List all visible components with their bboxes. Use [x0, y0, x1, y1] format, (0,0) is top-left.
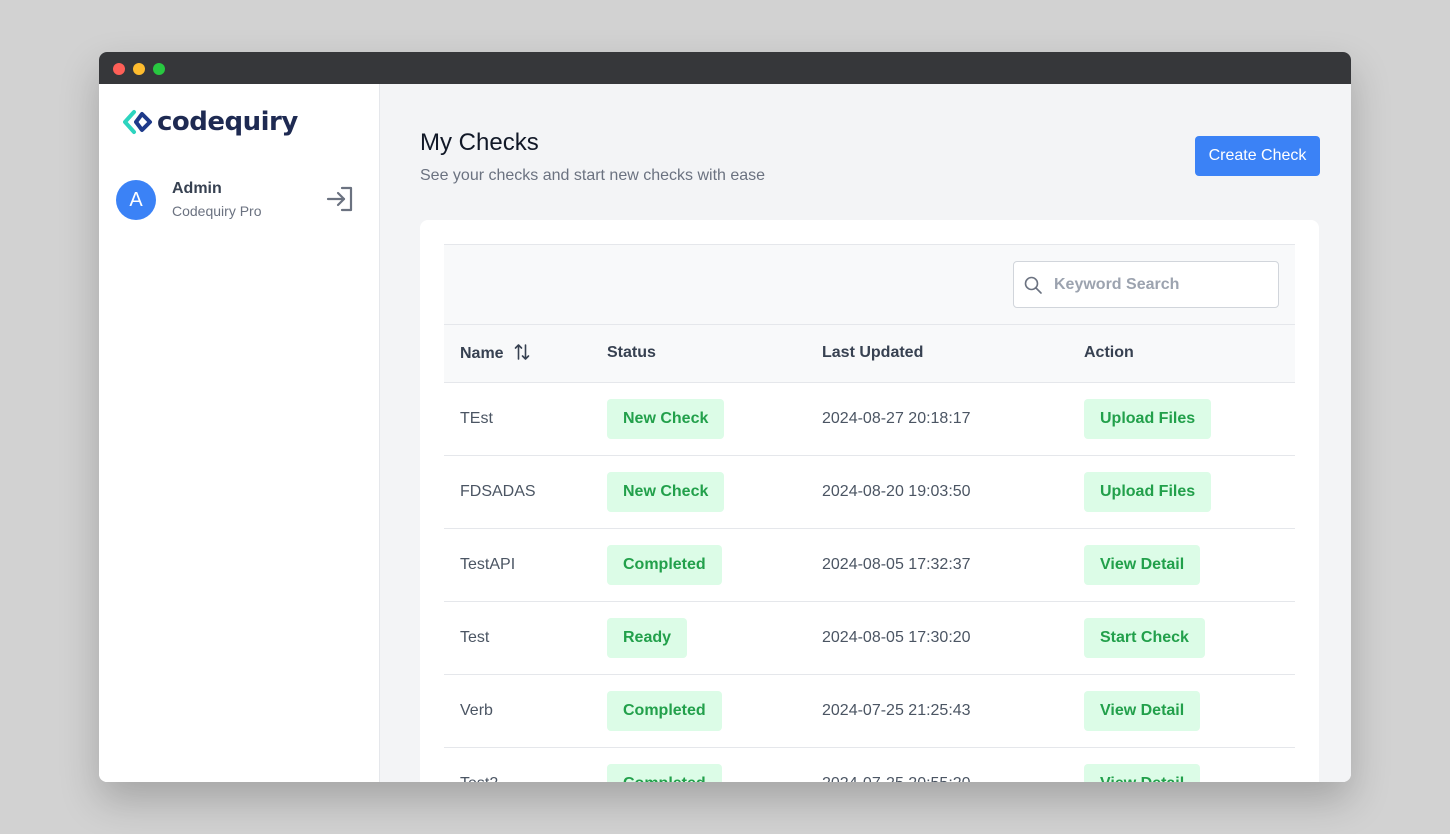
table-row: TestAPI Completed 2024-08-05 17:32:37 Vi…	[444, 528, 1295, 601]
column-header-last-updated: Last Updated	[822, 344, 924, 362]
user-name: Admin	[172, 180, 222, 197]
app-window: codequiry A Admin Codequiry Pro My Check…	[99, 52, 1351, 782]
table-toolbar	[444, 244, 1295, 325]
upload-files-button[interactable]: Upload Files	[1084, 471, 1212, 512]
last-updated: 2024-07-25 21:25:43	[822, 701, 971, 719]
search-box[interactable]	[1013, 261, 1279, 308]
table-row: Verb Completed 2024-07-25 21:25:43 View …	[444, 674, 1295, 747]
table-header-row: Name Status Last Updated Action	[444, 325, 1295, 382]
check-name: FDSADAS	[460, 482, 536, 500]
search-input[interactable]	[1054, 275, 1264, 294]
last-updated: 2024-08-20 19:03:50	[822, 482, 971, 500]
last-updated: 2024-07-25 20:55:20	[806, 747, 1068, 783]
table-row: Test2 Completed 2024-07-25 20:55:20 View…	[444, 747, 1295, 782]
table-row: Test Ready 2024-08-05 17:30:20 Start Che…	[444, 601, 1295, 674]
last-updated: 2024-08-05 17:30:20	[822, 628, 971, 646]
user-profile: A Admin Codequiry Pro	[116, 178, 356, 222]
logo-text: codequiry	[157, 107, 298, 137]
page-title: My Checks	[420, 129, 539, 156]
column-header-status: Status	[607, 344, 656, 362]
view-detail-button[interactable]: View Detail	[1084, 763, 1201, 782]
logo-mark-icon	[123, 110, 152, 134]
main-content: My Checks See your checks and start new …	[380, 84, 1351, 782]
status-badge: New Check	[607, 398, 725, 439]
user-plan: Codequiry Pro	[172, 203, 262, 219]
check-name: Test	[460, 628, 490, 646]
status-badge: Completed	[607, 544, 722, 585]
status-badge: Ready	[607, 617, 688, 658]
create-check-button[interactable]: Create Check	[1195, 136, 1320, 176]
window-titlebar	[99, 52, 1351, 84]
view-detail-button[interactable]: View Detail	[1084, 544, 1201, 585]
checks-card: Name Status Last Updated Action	[420, 220, 1319, 782]
start-check-button[interactable]: Start Check	[1084, 617, 1205, 658]
sidebar: codequiry A Admin Codequiry Pro	[99, 84, 380, 782]
table-row: TEst New Check 2024-08-27 20:18:17 Uploa…	[444, 382, 1295, 455]
last-updated: 2024-08-05 17:32:37	[822, 555, 971, 573]
column-header-action: Action	[1084, 344, 1134, 362]
table-row: FDSADAS New Check 2024-08-20 19:03:50 Up…	[444, 455, 1295, 528]
search-icon	[1024, 276, 1042, 294]
column-header-name[interactable]: Name	[444, 325, 591, 382]
last-updated: 2024-08-27 20:18:17	[822, 409, 971, 427]
sign-out-icon[interactable]	[324, 183, 356, 215]
page-subtitle: See your checks and start new checks wit…	[420, 167, 766, 184]
checks-table: Name Status Last Updated Action TEst New…	[444, 325, 1295, 782]
status-badge: New Check	[607, 471, 725, 512]
check-name: TEst	[460, 409, 493, 427]
logo[interactable]: codequiry	[123, 108, 298, 136]
avatar: A	[116, 180, 156, 220]
check-name: Test2	[444, 747, 591, 783]
check-name: Verb	[460, 701, 493, 719]
status-badge: Completed	[607, 690, 722, 731]
sort-icon[interactable]	[514, 343, 530, 361]
upload-files-button[interactable]: Upload Files	[1084, 398, 1212, 439]
status-badge: Completed	[607, 763, 722, 782]
maximize-window-button[interactable]	[153, 63, 165, 75]
close-window-button[interactable]	[113, 63, 125, 75]
view-detail-button[interactable]: View Detail	[1084, 690, 1201, 731]
minimize-window-button[interactable]	[133, 63, 145, 75]
check-name: TestAPI	[460, 555, 516, 573]
